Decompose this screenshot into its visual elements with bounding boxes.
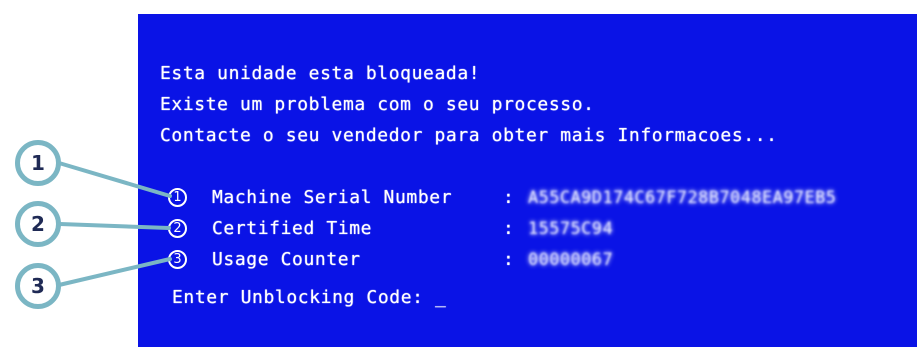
- callout-2: 2: [15, 201, 61, 247]
- callout-connector-3: [57, 257, 172, 287]
- callout-1: 1: [15, 140, 61, 186]
- callout-connector-2: [58, 222, 171, 230]
- callout-connectors: [57, 161, 172, 287]
- callout-connector-1: [57, 161, 172, 198]
- callout-3: 3: [15, 263, 61, 309]
